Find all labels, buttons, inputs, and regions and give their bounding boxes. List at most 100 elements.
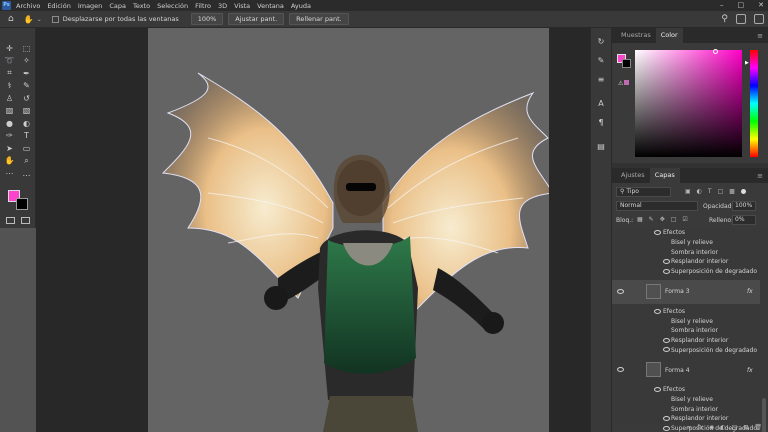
filter-shape-icon[interactable]: □ <box>718 188 724 195</box>
adjustment-layer-icon[interactable]: ◐ <box>720 424 725 432</box>
magic-wand-icon[interactable]: ✧ <box>19 55 34 68</box>
filter-smart-icon[interactable]: ▩ <box>729 188 735 195</box>
adjust-sliders-icon[interactable]: ≡ <box>595 75 607 85</box>
add-style-icon[interactable]: fx <box>698 424 704 432</box>
layer-row[interactable]: Forma 4 fx <box>612 358 760 382</box>
document-canvas[interactable] <box>148 28 549 432</box>
close-icon[interactable]: ✕ <box>758 0 764 11</box>
panel-menu-icon[interactable]: ≡ <box>757 32 763 40</box>
fill-screen-button[interactable]: Rellenar pant. <box>289 13 349 25</box>
more-icon[interactable]: … <box>19 167 34 180</box>
canvas-area[interactable] <box>36 28 611 432</box>
history-brush-icon[interactable]: ↺ <box>19 92 34 105</box>
menu-archivo[interactable]: Archivo <box>16 2 40 10</box>
tab-capas[interactable]: Capas <box>649 168 680 183</box>
lasso-icon[interactable]: ➰ <box>2 55 17 68</box>
effect-item-row[interactable]: Bisel y relieve <box>612 238 760 248</box>
paragraph-icon[interactable]: ¶ <box>595 118 607 128</box>
filter-toggle-icon[interactable] <box>740 189 746 194</box>
menu-texto[interactable]: Texto <box>133 2 150 10</box>
libraries-icon[interactable]: ▤ <box>595 142 607 152</box>
menu-vista[interactable]: Vista <box>234 2 250 10</box>
add-mask-icon[interactable]: ◉ <box>709 424 714 432</box>
healing-icon[interactable]: ⚕ <box>2 80 17 93</box>
minimize-icon[interactable]: – <box>720 0 724 11</box>
menu-capa[interactable]: Capa <box>109 2 126 10</box>
delete-layer-icon[interactable]: 🗑 <box>754 424 762 432</box>
blend-mode-select[interactable]: Normal <box>616 201 698 211</box>
effect-eye-icon[interactable] <box>654 230 661 235</box>
effect-eye-icon[interactable] <box>663 268 670 274</box>
effect-item-row[interactable]: Sombra interior <box>612 247 760 257</box>
lock-artboard-icon[interactable]: □ <box>671 216 677 223</box>
filter-adjust-icon[interactable]: ◐ <box>697 188 702 195</box>
lock-position-icon[interactable]: ✥ <box>660 216 665 223</box>
zoom-100-button[interactable]: 100% <box>190 13 224 25</box>
hue-slider-handle[interactable]: ▶ <box>745 60 749 66</box>
effect-item-row[interactable]: Bisel y relieve <box>612 395 760 405</box>
new-group-icon[interactable]: □ <box>732 424 738 432</box>
shape-icon[interactable]: ▭ <box>19 142 34 155</box>
brush-settings-icon[interactable]: ✎ <box>595 56 607 66</box>
visibility-eye-icon[interactable] <box>617 288 624 294</box>
path-select-icon[interactable]: ➤ <box>2 142 17 155</box>
blur-icon[interactable]: ● <box>2 117 17 130</box>
visibility-eye-icon[interactable] <box>617 367 624 372</box>
workspace-icon[interactable] <box>736 14 746 24</box>
maximize-icon[interactable]: □ <box>738 0 745 11</box>
character-icon[interactable]: A <box>595 99 607 109</box>
screen-mode-icon[interactable] <box>21 217 30 224</box>
color-background-swatch[interactable] <box>622 59 631 68</box>
gradient-icon[interactable]: ▧ <box>19 105 34 118</box>
menu-edicion[interactable]: Edición <box>47 2 71 10</box>
edit-toolbar-icon[interactable]: ⋯ <box>2 167 17 180</box>
effect-item-row[interactable]: Superposición de degradado <box>612 345 760 355</box>
opacity-field[interactable]: 100% <box>732 201 756 211</box>
effect-item-row[interactable]: Resplandor interior <box>612 336 760 346</box>
menu-seleccion[interactable]: Selección <box>157 2 188 10</box>
layer-fx-icon[interactable]: fx <box>747 288 753 295</box>
effects-row[interactable]: Efectos <box>612 385 760 395</box>
effect-eye-icon[interactable] <box>663 337 670 343</box>
effect-item-row[interactable]: Superposición de degradado <box>612 267 760 277</box>
layer-fx-icon[interactable]: fx <box>747 367 753 374</box>
effects-row[interactable]: Efectos <box>612 307 760 317</box>
menu-ayuda[interactable]: Ayuda <box>291 2 311 10</box>
effect-item-row[interactable]: Bisel y relieve <box>612 316 760 326</box>
tab-muestras[interactable]: Muestras <box>616 28 656 43</box>
effect-item-row[interactable]: Resplandor interior <box>612 414 760 424</box>
filter-pixel-icon[interactable]: ▣ <box>685 188 691 195</box>
stamp-icon[interactable]: ♙ <box>2 92 17 105</box>
move-icon[interactable]: ✛ <box>2 42 17 55</box>
hue-slider[interactable] <box>750 50 758 157</box>
scroll-all-windows-checkbox[interactable] <box>51 15 59 23</box>
gamut-warning-icon[interactable]: ⚠ <box>618 80 630 88</box>
menu-ventana[interactable]: Ventana <box>257 2 284 10</box>
layer-filter-select[interactable]: ⚲ Tipo <box>616 187 671 197</box>
lock-transparent-icon[interactable]: ▦ <box>637 216 643 223</box>
effects-row[interactable]: Efectos <box>612 228 760 238</box>
effect-item-row[interactable]: Sombra interior <box>612 404 760 414</box>
effect-eye-icon[interactable] <box>663 416 670 422</box>
menu-imagen[interactable]: Imagen <box>78 2 102 10</box>
marquee-icon[interactable]: ⬚ <box>19 42 34 55</box>
fill-field[interactable]: 0% <box>732 215 756 225</box>
zoom-icon[interactable]: ⌕ <box>19 155 34 168</box>
search-icon[interactable]: ⚲ <box>721 14 728 24</box>
filter-type-icon[interactable]: T <box>708 188 712 195</box>
dodge-icon[interactable]: ◐ <box>19 117 34 130</box>
layers-menu-icon[interactable]: ≡ <box>757 172 763 180</box>
effect-item-row[interactable]: Resplandor interior <box>612 257 760 267</box>
effect-eye-icon[interactable] <box>663 259 670 265</box>
menu-filtro[interactable]: Filtro <box>195 2 211 10</box>
background-swatch[interactable] <box>16 198 28 210</box>
lock-image-icon[interactable]: ✎ <box>649 216 654 223</box>
type-icon[interactable]: T <box>19 130 34 143</box>
eyedropper-icon[interactable]: ✒ <box>19 67 34 80</box>
new-layer-icon[interactable]: ⊞ <box>743 424 748 432</box>
effect-eye-icon[interactable] <box>654 308 661 314</box>
hand-icon[interactable]: ✋ <box>2 155 17 168</box>
effect-eye-icon[interactable] <box>663 347 670 353</box>
pen-icon[interactable]: ✑ <box>2 130 17 143</box>
home-icon[interactable]: ⌂ <box>8 14 14 24</box>
